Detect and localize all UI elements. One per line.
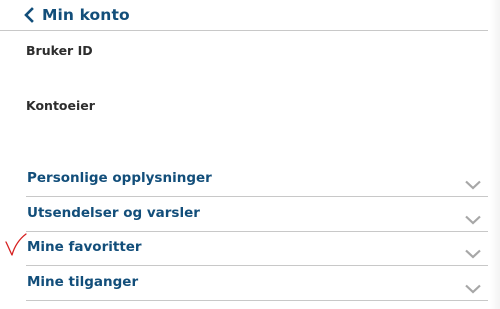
chevron-down-icon	[465, 244, 481, 259]
back-label: Min konto	[42, 6, 130, 24]
chevron-left-icon	[22, 6, 36, 24]
red-checkmark-icon	[4, 233, 28, 259]
header: Min konto	[0, 0, 488, 31]
user-id-label: Bruker ID	[26, 43, 93, 58]
section-label: Personlige opplysninger	[27, 170, 212, 186]
account-screen: Min konto Bruker ID Kontoeier Personlige…	[0, 0, 500, 309]
section-notifications[interactable]: Utsendelser og varsler	[26, 197, 488, 232]
account-owner-label: Kontoeier	[26, 98, 95, 113]
section-personal-info[interactable]: Personlige opplysninger	[26, 162, 488, 197]
back-link[interactable]: Min konto	[22, 4, 130, 26]
chevron-down-icon	[465, 279, 481, 294]
section-label: Mine tilganger	[27, 274, 139, 290]
chevron-down-icon	[465, 210, 481, 225]
section-label: Utsendelser og varsler	[27, 205, 200, 221]
section-label: Mine favoritter	[27, 239, 142, 255]
section-access[interactable]: Mine tilganger	[26, 266, 488, 301]
chevron-down-icon	[465, 175, 481, 190]
section-favorites[interactable]: Mine favoritter	[26, 231, 488, 266]
edge-shadow	[490, 0, 500, 309]
